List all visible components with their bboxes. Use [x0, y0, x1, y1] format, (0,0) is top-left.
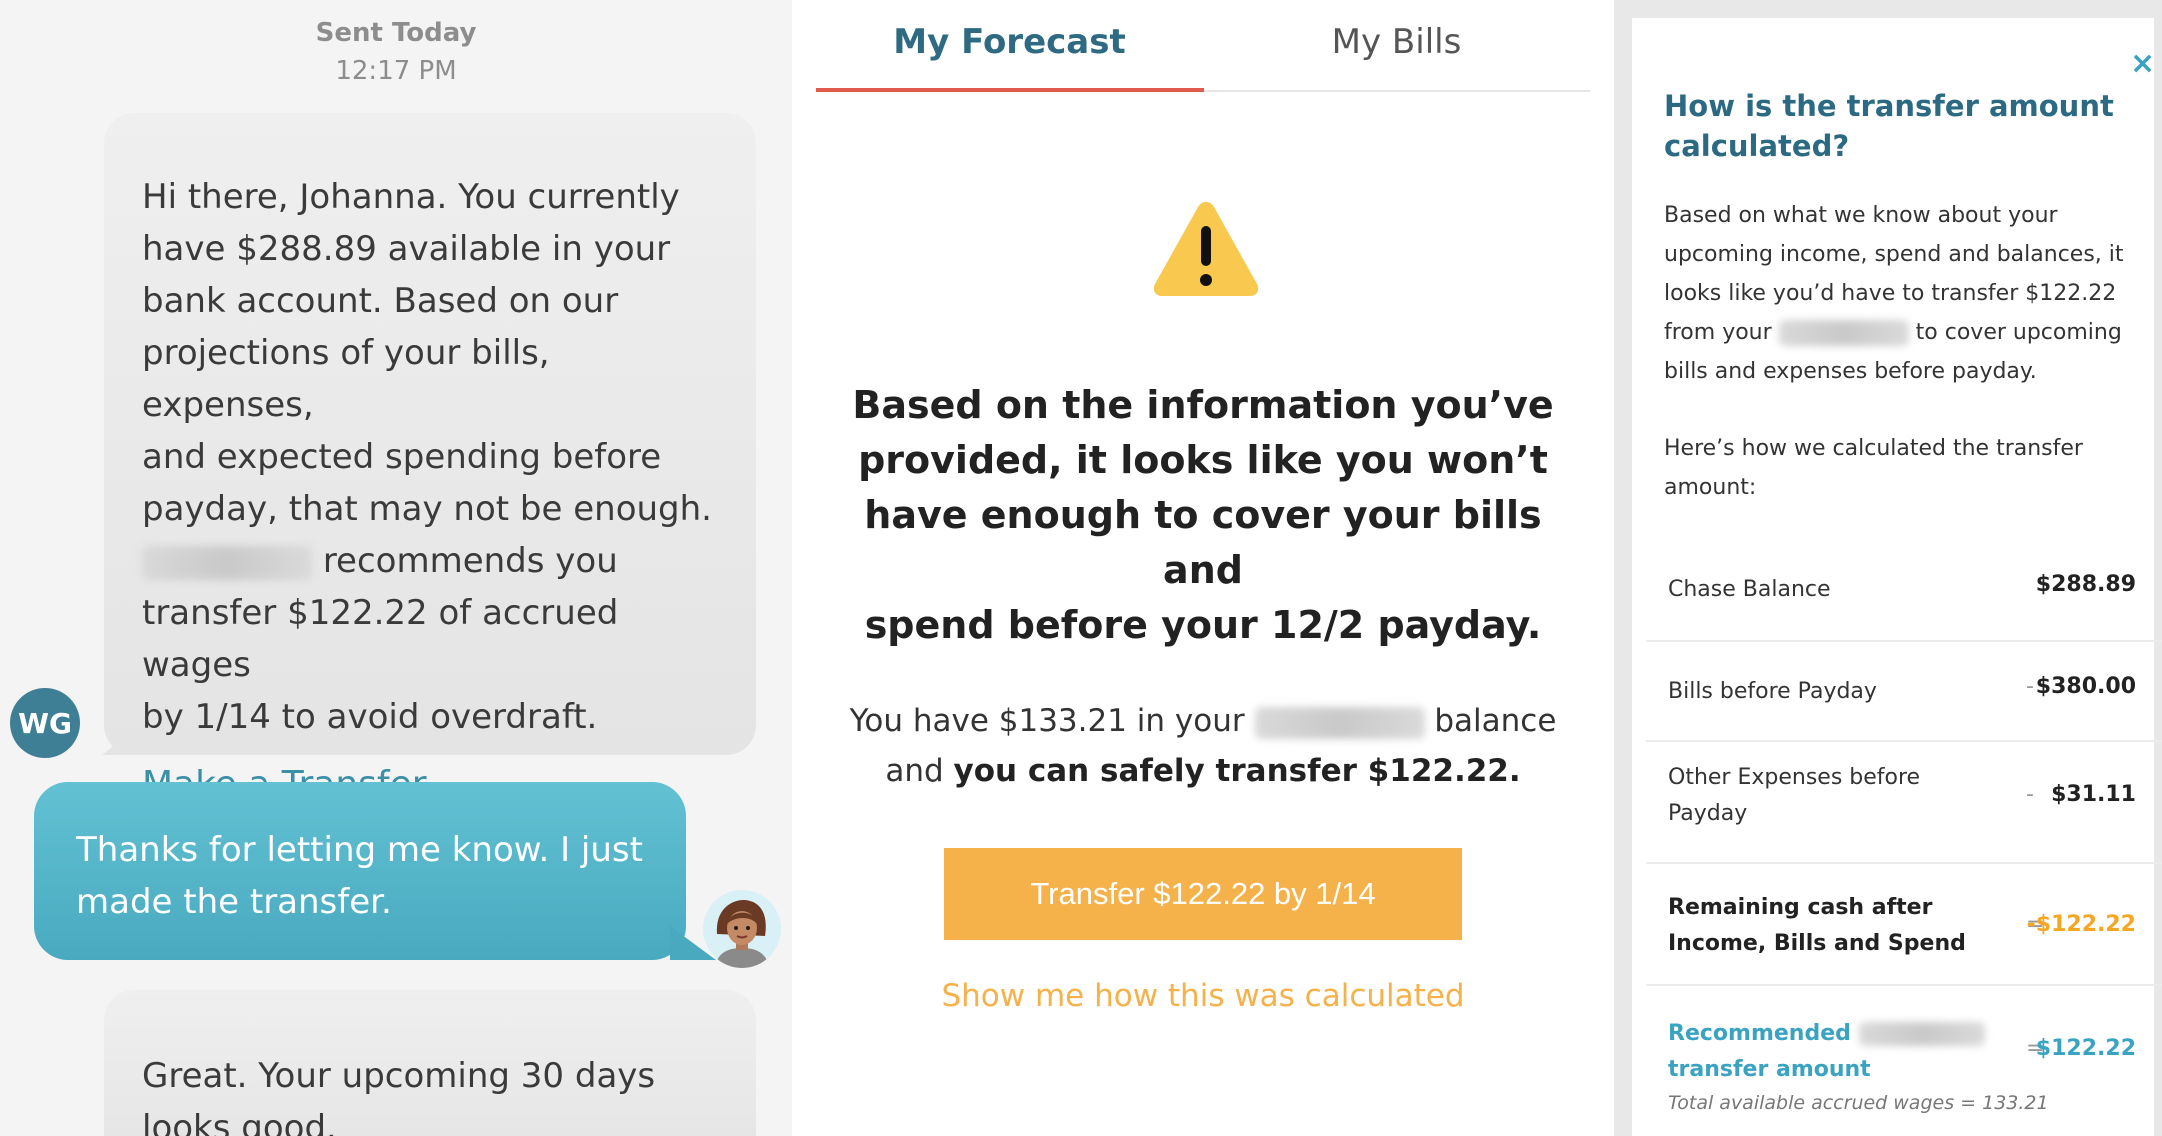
calc-row-value: $122.22: [2035, 1036, 2136, 1061]
transfer-button[interactable]: Transfer $122.22 by 1/14: [944, 848, 1462, 940]
calculation-card: × How is the transfer amount calculated?…: [1632, 18, 2162, 1136]
message-text: recommends you: [322, 541, 618, 581]
message-line: recommends you: [142, 535, 718, 587]
calculation-panel: × How is the transfer amount calculated?…: [1614, 0, 2162, 1136]
calc-row-label: Other Expenses before Payday: [1668, 765, 1921, 826]
tab-my-forecast[interactable]: My Forecast: [816, 22, 1203, 62]
redacted-name: [142, 545, 312, 580]
message-line: transfer $122.22 of accrued wages: [142, 593, 619, 685]
message-line: made the transfer.: [76, 882, 392, 922]
sent-time: 12:17 PM: [335, 56, 457, 86]
calc-row-value: $31.11: [2051, 782, 2136, 807]
safe-transfer-text: you can safely transfer $122.22.: [953, 753, 1521, 789]
balance-text: and: [885, 753, 944, 789]
calc-row-operator: -: [2026, 674, 2034, 699]
safe-transfer-line: and you can safely transfer $122.22.: [846, 746, 1560, 796]
incoming-message: Great. Your upcoming 30 days looks good.: [104, 990, 756, 1136]
message-line: bank account. Based on our: [142, 281, 619, 321]
message-line: by 1/14 to avoid overdraft.: [142, 697, 598, 737]
forecast-panel: My Forecast My Bills Based on the inform…: [816, 0, 1590, 1136]
message-line: have $288.89 available in your: [142, 229, 671, 269]
calc-row-other-expenses: Other Expenses before Payday - $31.11: [1646, 742, 2162, 864]
chat-panel: Sent Today 12:17 PM Hi there, Johanna. Y…: [0, 0, 792, 1136]
calc-row-label: Recommended transfer amount: [1668, 1016, 1998, 1088]
close-icon[interactable]: ×: [2130, 46, 2155, 81]
redacted-name: [1778, 320, 1909, 346]
message-line: Hi there, Johanna. You currently: [142, 177, 680, 217]
headline-line: have enough to cover your bills and: [864, 493, 1542, 592]
balance-line: You have $133.21 in your balance: [846, 696, 1560, 746]
message-line: looks good.: [142, 1108, 337, 1136]
bot-avatar: WG: [10, 688, 80, 758]
user-avatar: [703, 890, 781, 968]
message-line: payday, that may not be enough.: [142, 489, 712, 529]
calc-row-label: Remaining cash after Income, Bills and S…: [1668, 895, 1966, 956]
calc-row-recommended: Recommended transfer amount = $122.22 To…: [1646, 986, 2162, 1136]
calc-row-bills: Bills before Payday - $380.00: [1646, 642, 2162, 742]
calc-row-label: Bills before Payday: [1668, 679, 1877, 704]
redacted-name: [1858, 1022, 1985, 1046]
calculation-title: How is the transfer amount calculated?: [1664, 89, 2114, 163]
calc-row-remaining-cash: Remaining cash after Income, Bills and S…: [1646, 864, 2162, 986]
tab-bar: My Forecast My Bills: [816, 0, 1590, 92]
tab-my-bills[interactable]: My Bills: [1203, 22, 1590, 62]
headline-line: provided, it looks like you won’t: [858, 438, 1548, 482]
forecast-headline: Based on the information you’ve provided…: [836, 378, 1570, 653]
user-avatar-icon: [703, 890, 781, 968]
calc-row-value: $380.00: [2035, 674, 2136, 699]
redacted-name: [1254, 706, 1425, 739]
calc-row-chase-balance: Chase Balance $288.89: [1646, 538, 2162, 642]
sent-label: Sent Today: [315, 18, 477, 48]
message-line: Thanks for letting me know. I just: [76, 830, 643, 870]
total-wages-note: Total available accrued wages = 133.21: [1668, 1092, 2049, 1114]
warning-icon: [1153, 202, 1259, 296]
show-calculation-link[interactable]: Show me how this was calculated: [816, 978, 1590, 1014]
calculation-howto: Here’s how we calculated the transfer am…: [1664, 436, 2083, 500]
message-line: projections of your bills, expenses,: [142, 333, 550, 425]
recommended-label: Recommended: [1668, 1021, 1851, 1046]
bubble-tail: [102, 723, 142, 755]
balance-text: balance: [1434, 703, 1557, 739]
balance-summary: You have $133.21 in your balance and you…: [846, 696, 1560, 796]
message-line: Great. Your upcoming 30 days: [142, 1056, 656, 1096]
balance-text: You have $133.21 in your: [849, 703, 1245, 739]
recommended-label: transfer amount: [1668, 1057, 1871, 1082]
incoming-message: Hi there, Johanna. You currently have $2…: [102, 113, 756, 805]
calculation-intro: Based on what we know about your upcomin…: [1664, 196, 2134, 391]
headline-line: Based on the information you’ve: [852, 383, 1554, 427]
calc-row-label: Chase Balance: [1668, 577, 1831, 602]
message-line: and expected spending before: [142, 437, 662, 477]
outgoing-message: Thanks for letting me know. I just made …: [34, 782, 716, 960]
headline-line: spend before your 12/2 payday.: [864, 603, 1542, 647]
active-tab-indicator: [816, 88, 1204, 92]
calc-row-operator: -: [2026, 782, 2034, 807]
calc-row-value: -$122.22: [2026, 912, 2136, 937]
calc-row-value: $288.89: [2035, 572, 2136, 597]
